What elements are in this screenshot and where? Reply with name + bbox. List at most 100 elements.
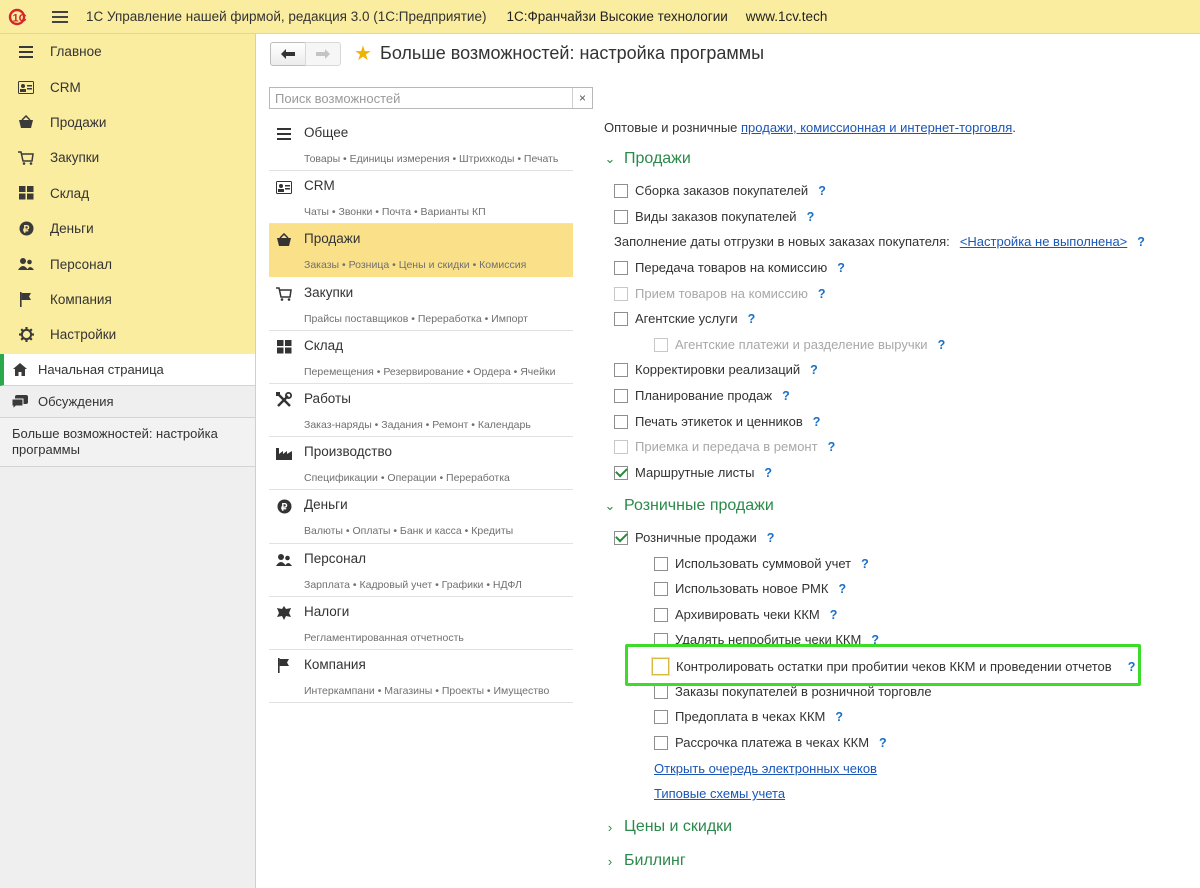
checkbox[interactable] xyxy=(654,632,668,647)
checkbox[interactable] xyxy=(614,439,628,454)
section-warehouse[interactable]: Склад xyxy=(0,176,255,211)
checkbox[interactable] xyxy=(654,709,668,724)
checkbox-checked[interactable] xyxy=(614,530,628,545)
help-icon[interactable]: ? xyxy=(828,440,836,454)
help-icon[interactable]: ? xyxy=(938,338,946,352)
category-subtitle: Интеркампани • Магазины • Проекты • Имущ… xyxy=(304,684,550,697)
checkbox[interactable] xyxy=(654,556,668,571)
help-icon[interactable]: ? xyxy=(1128,660,1136,674)
section-label: Главное xyxy=(50,44,102,60)
help-icon[interactable]: ? xyxy=(810,363,818,377)
ruble-coin-icon: ₽ xyxy=(276,498,292,514)
checkbox[interactable] xyxy=(614,311,628,326)
checkbox[interactable] xyxy=(614,414,628,429)
chat-icon xyxy=(12,394,28,410)
section-money[interactable]: ₽ Деньги xyxy=(0,211,255,246)
help-icon[interactable]: ? xyxy=(837,261,845,275)
open-item-label: Начальная страница xyxy=(38,362,164,377)
open-form-more-features[interactable]: Больше возможностей: настройка программы xyxy=(0,418,255,467)
help-icon[interactable]: ? xyxy=(1137,235,1145,249)
intro-link[interactable]: продажи, комиссионная и интернет-торговл… xyxy=(741,120,1012,135)
group-billing-header[interactable]: › Биллинг xyxy=(604,852,686,870)
checkbox-checked[interactable] xyxy=(614,465,628,480)
help-icon[interactable]: ? xyxy=(879,736,887,750)
ship-date-setup-link[interactable]: <Настройка не выполнена> xyxy=(960,234,1127,249)
category-purchases[interactable]: Закупки Прайсы поставщиков • Переработка… xyxy=(269,278,573,331)
help-icon[interactable]: ? xyxy=(838,582,846,596)
checkbox[interactable] xyxy=(614,183,628,198)
checkbox[interactable] xyxy=(654,684,668,699)
checkbox[interactable] xyxy=(654,735,668,750)
home-icon xyxy=(12,362,28,378)
group-sales-header[interactable]: ⌄ Продажи xyxy=(604,150,691,168)
option-label: Печать этикеток и ценников xyxy=(635,414,803,429)
help-icon[interactable]: ? xyxy=(830,608,838,622)
category-warehouse[interactable]: Склад Перемещения • Резервирование • Орд… xyxy=(269,331,573,384)
checkbox[interactable] xyxy=(654,337,668,352)
category-name: Закупки xyxy=(304,284,354,300)
section-sales[interactable]: Продажи xyxy=(0,105,255,140)
checkbox[interactable] xyxy=(614,362,628,377)
checkbox[interactable] xyxy=(652,658,669,675)
accounting-schemes-link[interactable]: Типовые схемы учета xyxy=(654,786,785,801)
option-new-rmk: Использовать новое РМК ? xyxy=(654,581,846,596)
option-label: Использовать новое РМК xyxy=(675,581,829,596)
clear-search-button[interactable]: × xyxy=(572,88,592,108)
help-icon[interactable]: ? xyxy=(835,710,843,724)
category-taxes[interactable]: Налоги Регламентированная отчетность xyxy=(269,597,573,650)
category-general[interactable]: Общее Товары • Единицы измерения • Штрих… xyxy=(269,118,573,172)
help-icon[interactable]: ? xyxy=(871,633,879,647)
section-purchases[interactable]: Закупки xyxy=(0,140,255,175)
favorite-star-icon[interactable]: ★ xyxy=(352,42,374,65)
help-icon[interactable]: ? xyxy=(764,466,772,480)
people-icon xyxy=(18,256,34,272)
checkbox[interactable] xyxy=(654,607,668,622)
group-prices-header[interactable]: › Цены и скидки xyxy=(604,818,732,836)
category-money[interactable]: ₽ Деньги Валюты • Оплаты • Банк и касса … xyxy=(269,490,573,544)
main-menu-icon[interactable] xyxy=(52,10,68,23)
category-production[interactable]: Производство Спецификации • Операции • П… xyxy=(269,437,573,491)
help-icon[interactable]: ? xyxy=(807,210,815,224)
help-icon[interactable]: ? xyxy=(818,184,826,198)
category-crm[interactable]: CRM Чаты • Звонки • Почта • Варианты КП xyxy=(269,171,573,225)
checkbox[interactable] xyxy=(654,581,668,596)
option-label: Виды заказов покупателей xyxy=(635,209,797,224)
back-button[interactable] xyxy=(270,42,306,66)
checkbox[interactable] xyxy=(614,209,628,224)
search-input[interactable] xyxy=(270,88,572,108)
category-company[interactable]: Компания Интеркампани • Магазины • Проек… xyxy=(269,650,573,704)
option-label: Сборка заказов покупателей xyxy=(635,183,809,198)
section-company[interactable]: Компания xyxy=(0,282,255,317)
category-subtitle: Заказ-наряды • Задания • Ремонт • Календ… xyxy=(304,418,531,431)
open-receipt-queue-link[interactable]: Открыть очередь электронных чеков xyxy=(654,761,877,776)
category-name: Работы xyxy=(304,390,351,406)
help-icon[interactable]: ? xyxy=(813,415,821,429)
category-personnel[interactable]: Персонал Зарплата • Кадровый учет • Граф… xyxy=(269,544,573,597)
help-icon[interactable]: ? xyxy=(782,389,790,403)
section-settings[interactable]: Настройки xyxy=(0,317,255,352)
option-label: Контролировать остатки при пробитии чеко… xyxy=(676,659,1112,674)
category-works[interactable]: Работы Заказ-наряды • Задания • Ремонт •… xyxy=(269,384,573,438)
help-icon[interactable]: ? xyxy=(818,287,826,301)
help-icon[interactable]: ? xyxy=(748,312,756,326)
forward-button[interactable] xyxy=(305,42,341,66)
checkbox[interactable] xyxy=(614,286,628,301)
option-prepay: Предоплата в чеках ККМ ? xyxy=(654,709,843,724)
contact-card-icon xyxy=(18,79,34,95)
help-icon[interactable]: ? xyxy=(861,557,869,571)
checkbox[interactable] xyxy=(614,388,628,403)
section-main[interactable]: Главное xyxy=(0,34,255,69)
warehouse-icon xyxy=(276,339,292,355)
section-label: Персонал xyxy=(50,256,112,272)
section-crm[interactable]: CRM xyxy=(0,69,255,104)
category-sales[interactable]: Продажи Заказы • Розница • Цены и скидки… xyxy=(269,224,573,278)
settings-panel: Оптовые и розничные продажи, комиссионна… xyxy=(604,118,1194,888)
svg-text:₽: ₽ xyxy=(281,502,288,513)
open-item-home[interactable]: Начальная страница xyxy=(0,354,255,386)
open-item-discussions[interactable]: Обсуждения xyxy=(0,386,255,418)
section-personnel[interactable]: Персонал xyxy=(0,246,255,281)
checkbox[interactable] xyxy=(614,260,628,275)
help-icon[interactable]: ? xyxy=(767,531,775,545)
warehouse-icon xyxy=(18,185,34,201)
group-retail-header[interactable]: ⌄ Розничные продажи xyxy=(604,497,774,515)
